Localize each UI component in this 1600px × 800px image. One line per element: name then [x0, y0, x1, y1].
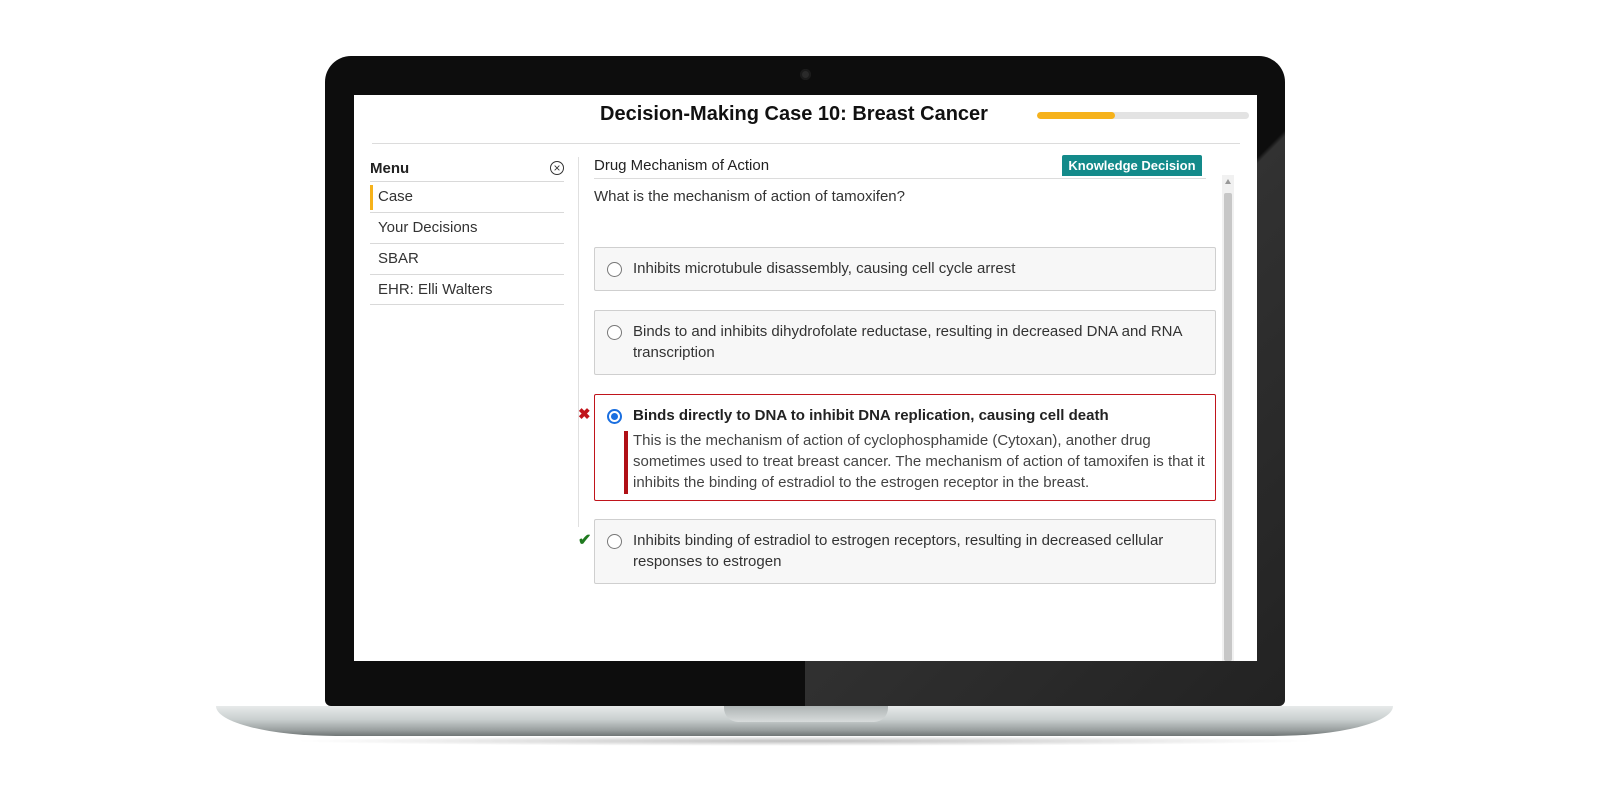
progress-fill: [1037, 112, 1116, 119]
close-circle-icon[interactable]: ×: [550, 161, 564, 175]
feedback-bar: [624, 431, 628, 494]
menu-title: Menu: [370, 160, 410, 177]
sidebar-item-case[interactable]: Case: [370, 181, 564, 212]
radio-button[interactable]: [607, 262, 622, 277]
case-progress-bar: [1037, 112, 1249, 119]
sidebar-item-label: SBAR: [378, 250, 419, 267]
scrollbar[interactable]: [1222, 175, 1234, 661]
option-text: Inhibits binding of estradiol to estroge…: [633, 532, 1164, 570]
section-divider: [594, 178, 1206, 179]
incorrect-icon: ✖: [578, 406, 591, 423]
option-text: Binds directly to DNA to inhibit DNA rep…: [633, 407, 1109, 424]
sidebar-item-label: EHR: Elli Walters: [378, 281, 493, 298]
answer-option-4[interactable]: Inhibits binding of estradiol to estroge…: [594, 519, 1216, 584]
knowledge-decision-badge: Knowledge Decision: [1062, 155, 1202, 176]
laptop-shadow: [290, 736, 1320, 746]
answer-option-1[interactable]: Inhibits microtubule disassembly, causin…: [594, 247, 1216, 291]
menu-header: Menu ×: [370, 157, 564, 181]
sidebar-item-sbar[interactable]: SBAR: [370, 243, 564, 274]
laptop-screen: Decision-Making Case 10: Breast Cancer M…: [354, 95, 1257, 661]
scroll-up-icon[interactable]: [1225, 179, 1231, 184]
question-text: What is the mechanism of action of tamox…: [594, 188, 905, 205]
answer-option-2[interactable]: Binds to and inhibits dihydrofolate redu…: [594, 310, 1216, 375]
radio-button-selected[interactable]: [607, 409, 622, 424]
option-text: Binds to and inhibits dihydrofolate redu…: [633, 323, 1182, 361]
feedback-text: This is the mechanism of action of cyclo…: [633, 432, 1205, 491]
page-title: Decision-Making Case 10: Breast Cancer: [600, 103, 988, 125]
sidebar-menu: Menu × Case Your Decisions SBAR EHR: Ell…: [370, 157, 564, 305]
camera-icon: [800, 69, 811, 80]
sidebar-divider: [578, 157, 579, 527]
laptop-base: [216, 706, 1393, 736]
header-divider: [372, 143, 1240, 144]
radio-button[interactable]: [607, 534, 622, 549]
sidebar-item-ehr[interactable]: EHR: Elli Walters: [370, 274, 564, 305]
answer-option-3[interactable]: Binds directly to DNA to inhibit DNA rep…: [594, 394, 1216, 501]
app-header: Decision-Making Case 10: Breast Cancer: [354, 95, 1257, 139]
correct-check-icon: ✔: [578, 532, 592, 549]
sidebar-item-your-decisions[interactable]: Your Decisions: [370, 212, 564, 243]
laptop-notch: [724, 706, 888, 722]
option-text: Inhibits microtubule disassembly, causin…: [633, 260, 1016, 277]
radio-button[interactable]: [607, 325, 622, 340]
section-title: Drug Mechanism of Action: [594, 157, 770, 174]
sidebar-item-label: Your Decisions: [378, 219, 478, 236]
sidebar-item-label: Case: [378, 188, 414, 205]
scrollbar-thumb[interactable]: [1224, 193, 1232, 661]
laptop-lid: Decision-Making Case 10: Breast Cancer M…: [325, 56, 1285, 706]
